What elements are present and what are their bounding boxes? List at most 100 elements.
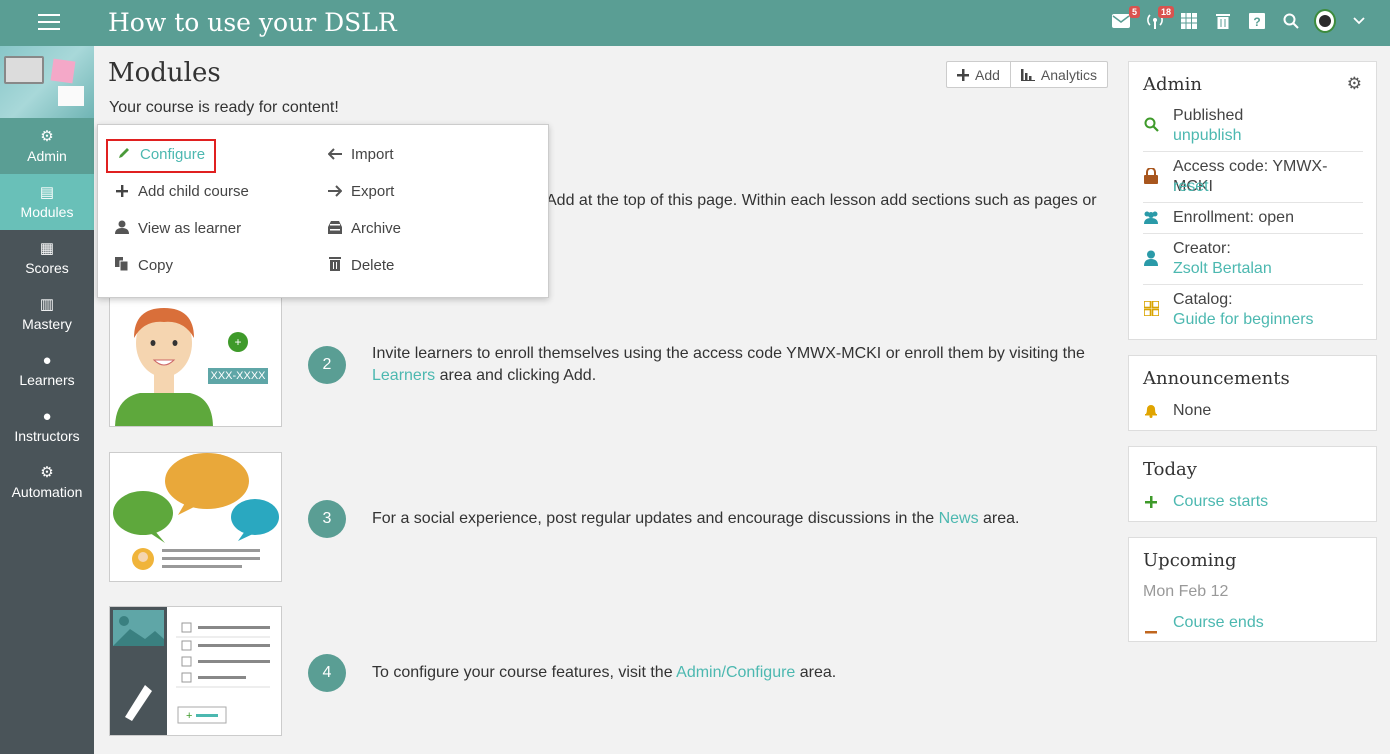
course-thumbnail[interactable] <box>0 46 94 118</box>
admin-panel: Admin ⚙ Published unpublish Access code:… <box>1128 61 1377 340</box>
creator-row: Creator: Zsolt Bertalan <box>1143 239 1363 281</box>
announcements-row: None <box>1143 401 1363 423</box>
step3-text: For a social experience, post regular up… <box>372 508 1020 530</box>
add-button[interactable]: Add <box>947 62 1010 87</box>
unpublish-link[interactable]: unpublish <box>1173 126 1242 146</box>
discussion-illustration <box>109 452 282 582</box>
chevron-down-icon[interactable] <box>1348 10 1370 32</box>
announcements-title: Announcements <box>1143 368 1290 389</box>
publish-status-row: Published unpublish <box>1143 106 1363 148</box>
person-icon: ● <box>42 351 52 369</box>
step-number: 4 <box>308 654 346 692</box>
sidebar-item-mastery[interactable]: ▥ Mastery <box>0 286 94 342</box>
signal-badge: 18 <box>1157 6 1174 18</box>
add-label: Add <box>975 66 1000 83</box>
menu-icon[interactable] <box>38 14 60 32</box>
announcements-value: None <box>1173 402 1212 419</box>
plus-icon <box>114 184 130 200</box>
mail-icon[interactable]: 5 <box>1110 6 1140 32</box>
help-icon[interactable]: ? <box>1246 10 1268 32</box>
sidebar-item-label: Mastery <box>22 315 72 332</box>
bar-chart-icon: ▥ <box>39 295 55 313</box>
plus-icon <box>957 68 969 81</box>
plus-icon <box>1143 495 1159 513</box>
catalog-link[interactable]: Guide for beginners <box>1173 310 1314 330</box>
announcements-panel: Announcements None <box>1128 355 1377 431</box>
trash-icon[interactable] <box>1212 10 1234 32</box>
menu-item-copy[interactable]: Copy <box>114 257 173 274</box>
sidebar-item-label: Admin <box>27 147 67 164</box>
course-starts-link[interactable]: Course starts <box>1173 492 1268 512</box>
menu-item-label: Delete <box>351 257 395 274</box>
step2-text: Invite learners to enroll themselves usi… <box>372 343 1085 387</box>
step-number: 3 <box>308 500 346 538</box>
instructor-icon: ● <box>42 407 52 425</box>
page-subtitle: Your course is ready for content! <box>109 99 339 116</box>
svg-text:?: ? <box>1253 15 1260 29</box>
svg-text:+: + <box>186 710 192 722</box>
lock-icon <box>1143 167 1159 189</box>
step2-rest: area and clicking Add. <box>435 367 597 384</box>
step3-line: For a social experience, post regular up… <box>372 510 939 527</box>
sidebar-item-label: Automation <box>11 483 83 500</box>
menu-item-archive[interactable]: Archive <box>327 220 401 237</box>
calendar-icon[interactable] <box>1178 10 1200 32</box>
sidebar-item-label: Instructors <box>14 427 80 444</box>
step4-rest: area. <box>795 664 837 681</box>
menu-item-label: Export <box>351 183 395 200</box>
step1-text: Add at the top of this page. Within each… <box>546 192 1097 209</box>
sidebar-item-scores[interactable]: ▦ Scores <box>0 230 94 286</box>
upcoming-row: Course ends <box>1143 613 1363 635</box>
search-icon[interactable] <box>1280 10 1302 32</box>
arrow-left-icon <box>327 147 343 163</box>
creator-link[interactable]: Zsolt Bertalan <box>1173 259 1272 279</box>
sidebar-item-instructors[interactable]: ● Instructors <box>0 398 94 454</box>
menu-item-label: Add child course <box>138 183 249 200</box>
step2-line: Invite learners to enroll themselves usi… <box>372 345 1085 362</box>
mail-badge: 5 <box>1128 6 1140 18</box>
reset-link[interactable]: reset <box>1173 177 1209 197</box>
menu-item-add-child-course[interactable]: Add child course <box>114 183 249 200</box>
menu-item-export[interactable]: Export <box>327 183 394 200</box>
gear-icon: ⚙ <box>40 127 54 145</box>
today-title: Today <box>1143 459 1197 480</box>
menu-item-label: Import <box>351 146 394 163</box>
catalog-row: Catalog: Guide for beginners <box>1142 290 1363 332</box>
sidebar-item-automation[interactable]: ⚙ Automation <box>0 454 94 510</box>
step3-rest: area. <box>978 510 1020 527</box>
menu-item-import[interactable]: Import <box>327 146 394 163</box>
step4-text: To configure your course features, visit… <box>372 662 836 684</box>
arrow-right-icon <box>327 184 343 200</box>
menu-item-delete[interactable]: Delete <box>327 257 394 274</box>
sidebar-item-label: Modules <box>20 203 74 220</box>
top-bar: How to use your DSLR 5 18 ? <box>0 0 1390 46</box>
catalog-label: Catalog: <box>1173 291 1233 308</box>
sidebar-item-label: Learners <box>19 371 75 388</box>
analytics-label: Analytics <box>1040 66 1097 83</box>
copy-icon <box>114 257 130 274</box>
user-avatar[interactable] <box>1314 9 1336 33</box>
course-ends-link[interactable]: Course ends <box>1173 613 1264 633</box>
analytics-button[interactable]: Analytics <box>1009 62 1107 87</box>
sidebar-item-admin[interactable]: ⚙ Admin <box>0 118 94 174</box>
sidebar: ⚙ Admin ▤ Modules ▦ Scores ▥ Mastery ● L… <box>0 46 94 754</box>
gear-icon[interactable]: ⚙ <box>1347 74 1362 94</box>
learners-link[interactable]: Learners <box>372 367 435 384</box>
sidebar-item-modules[interactable]: ▤ Modules <box>0 174 94 230</box>
signal-icon[interactable]: 18 <box>1144 6 1174 32</box>
configure-highlight <box>106 139 216 173</box>
sidebar-item-learners[interactable]: ● Learners <box>0 342 94 398</box>
upcoming-panel: Upcoming Mon Feb 12 Course ends <box>1128 537 1377 642</box>
archive-icon <box>327 220 343 237</box>
step4-line: To configure your course features, visit… <box>372 664 677 681</box>
menu-item-view-as-learner[interactable]: View as learner <box>114 220 241 237</box>
enrollment-label: Enrollment: open <box>1173 209 1294 226</box>
news-link[interactable]: News <box>939 510 979 527</box>
page-title: Modules <box>108 58 221 88</box>
bell-icon <box>1143 403 1159 423</box>
enroll-illustration: + XXX-XXXX <box>109 297 282 427</box>
today-panel: Today Course starts <box>1128 446 1377 522</box>
admin-configure-link[interactable]: Admin/Configure <box>676 664 795 681</box>
today-row: Course starts <box>1143 492 1363 514</box>
bar-chart-icon <box>1020 68 1035 81</box>
